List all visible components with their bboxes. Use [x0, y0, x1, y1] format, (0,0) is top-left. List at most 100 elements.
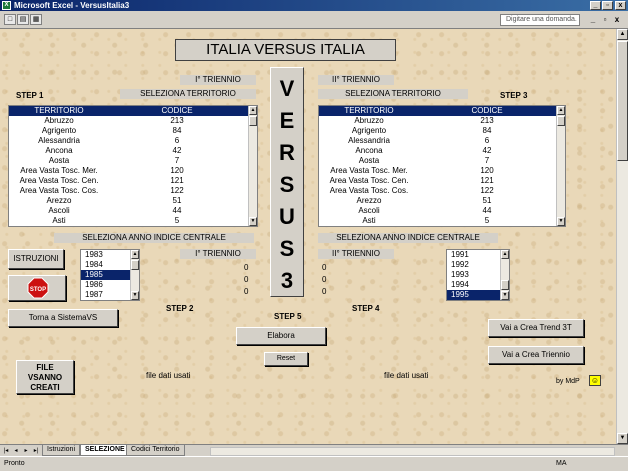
right-list-scrollbar[interactable]: ▲ ▼ [556, 106, 565, 226]
territory-code: 42 [172, 146, 182, 155]
list-item[interactable]: Aosta 7 [319, 156, 565, 166]
sheet-horizontal-scrollbar[interactable] [210, 447, 615, 456]
territory-code: 6 [174, 136, 180, 145]
list-item[interactable]: Agrigento 84 [319, 126, 565, 136]
list-item[interactable]: Area Vasta Tosc. Cos. 122 [319, 186, 565, 196]
list-item[interactable]: Asti 5 [319, 216, 565, 226]
list-item[interactable]: Ascoli 44 [319, 206, 565, 216]
stop-button[interactable]: STOP [8, 275, 66, 301]
list-item[interactable]: Abruzzo 213 [9, 116, 257, 126]
list-item[interactable]: Agrigento 84 [9, 126, 257, 136]
status-text: Pronto [4, 460, 25, 467]
territory-code: 5 [174, 216, 180, 225]
banner-letter: 3 [280, 268, 294, 293]
right-territory-list[interactable]: TERRITORIO CODICE Abruzzo 213 Agrigento 84 A… [318, 105, 566, 227]
scroll-down-icon[interactable]: ▼ [557, 217, 565, 226]
scroll-thumb[interactable] [249, 116, 257, 126]
author-label: by MdP [556, 378, 580, 385]
status-mode: MA [556, 460, 567, 467]
stop-sign-text: STOP [30, 287, 46, 293]
elabora-button[interactable]: Elabora [236, 327, 326, 345]
step4-label: STEP 4 [352, 304, 380, 313]
first-sheet-icon[interactable]: |◂ [2, 447, 10, 454]
scroll-thumb[interactable] [557, 116, 565, 126]
tab-selezione[interactable]: SELEZIONE [80, 445, 130, 456]
open-folder-icon[interactable]: ▤ [17, 14, 29, 25]
reset-button[interactable]: Reset [264, 352, 308, 366]
scroll-down-icon[interactable]: ▼ [249, 217, 257, 226]
scroll-up-icon[interactable]: ▲ [249, 106, 257, 115]
territory-name: Aosta [358, 156, 380, 165]
right-triennio-label: II° TRIENNIO [318, 75, 394, 85]
sheet-restore-button[interactable]: ▫ [600, 15, 610, 25]
territory-code: 51 [482, 196, 492, 205]
left-year-scrollbar[interactable]: ▲ ▼ [130, 250, 139, 300]
banner-letter: S [279, 236, 295, 261]
left-select-year-label: SELEZIONA ANNO INDICE CENTRALE [54, 233, 254, 243]
crea-trend-button[interactable]: Vai a Crea Trend 3T [488, 319, 584, 337]
ask-question-input[interactable]: Digitare una domanda. [500, 14, 580, 26]
list-item[interactable]: Area Vasta Tosc. Cos. 122 [9, 186, 257, 196]
list-item[interactable]: Ascoli 44 [9, 206, 257, 216]
torna-sistemavs-button[interactable]: Torna a SistemaVS [8, 309, 118, 327]
list-header: TERRITORIO CODICE [9, 106, 257, 116]
prev-sheet-icon[interactable]: ◂ [12, 447, 20, 454]
list-item[interactable]: Ancona 42 [319, 146, 565, 156]
tab-istruzioni[interactable]: Istruzioni [42, 445, 81, 456]
right-year-list[interactable]: 1991 1992 1993 1994 1995 ▲ ▼ [446, 249, 510, 301]
list-item[interactable]: Alessandria 6 [319, 136, 565, 146]
sheet-close-button[interactable]: x [612, 15, 622, 25]
file-vsanno-creati-button[interactable]: FILE VSANNO CREATI [16, 360, 74, 394]
list-item[interactable]: Asti 5 [9, 216, 257, 226]
left-territory-list[interactable]: TERRITORIO CODICE Abruzzo 213 Agrigento 84 A… [8, 105, 258, 227]
print-icon[interactable]: ▦ [30, 14, 42, 25]
smiley-icon[interactable]: ☺ [589, 375, 601, 386]
new-document-icon[interactable]: □ [4, 14, 16, 25]
next-sheet-icon[interactable]: ▸ [22, 447, 30, 454]
minimize-button[interactable]: _ [590, 1, 601, 10]
list-item[interactable]: Abruzzo 213 [319, 116, 565, 126]
scroll-down-icon[interactable]: ▼ [617, 433, 628, 444]
sheet-vertical-scrollbar[interactable]: ▲ ▼ [616, 29, 628, 444]
sheet-minimize-button[interactable]: _ [588, 15, 598, 25]
list-item[interactable]: Area Vasta Tosc. Cen. 121 [319, 176, 565, 186]
territory-code: 7 [174, 156, 180, 165]
banner-letter: E [279, 108, 295, 133]
territory-code: 213 [480, 116, 494, 125]
left-year-list[interactable]: 1983 1984 1985 1986 1987 ▲ ▼ [80, 249, 140, 301]
territory-name: Asti [362, 216, 376, 225]
scroll-down-icon[interactable]: ▼ [501, 291, 509, 300]
close-button[interactable]: x [615, 1, 626, 10]
left-triennio-label: I° TRIENNIO [180, 75, 256, 85]
last-sheet-icon[interactable]: ▸| [32, 447, 40, 454]
scroll-thumb[interactable] [501, 280, 509, 290]
scroll-up-icon[interactable]: ▲ [557, 106, 565, 115]
maximize-button[interactable]: ▫ [602, 1, 613, 10]
right-file-dati-label: file dati usati [384, 371, 429, 380]
scroll-thumb[interactable] [617, 41, 628, 161]
right-year-scrollbar[interactable]: ▲ ▼ [500, 250, 509, 300]
scroll-up-icon[interactable]: ▲ [617, 29, 628, 40]
crea-triennio-button[interactable]: Vai a Crea Triennio [488, 346, 584, 364]
scroll-up-icon[interactable]: ▲ [131, 250, 139, 259]
list-item[interactable]: Arezzo 51 [9, 196, 257, 206]
list-item[interactable]: Ancona 42 [9, 146, 257, 156]
list-item[interactable]: Area Vasta Tosc. Mer. 120 [9, 166, 257, 176]
list-item[interactable]: Aosta 7 [9, 156, 257, 166]
left-year-value: 0 [244, 275, 249, 284]
list-item[interactable]: Area Vasta Tosc. Cen. 121 [9, 176, 257, 186]
scroll-up-icon[interactable]: ▲ [501, 250, 509, 259]
territory-code: 122 [480, 186, 494, 195]
istruzioni-button[interactable]: ISTRUZIONI [8, 249, 64, 269]
scroll-down-icon[interactable]: ▼ [131, 291, 139, 300]
territory-code: 120 [170, 166, 184, 175]
list-item[interactable]: Arezzo 51 [319, 196, 565, 206]
left-year-value: 0 [244, 287, 249, 296]
tab-codici-territorio[interactable]: Codici Territorio [126, 445, 185, 456]
right-year-value: 0 [322, 287, 327, 296]
scroll-thumb[interactable] [131, 260, 139, 270]
list-item[interactable]: Alessandria 6 [9, 136, 257, 146]
left-list-scrollbar[interactable]: ▲ ▼ [248, 106, 257, 226]
step2-label: STEP 2 [166, 304, 194, 313]
list-item[interactable]: Area Vasta Tosc. Mer. 120 [319, 166, 565, 176]
